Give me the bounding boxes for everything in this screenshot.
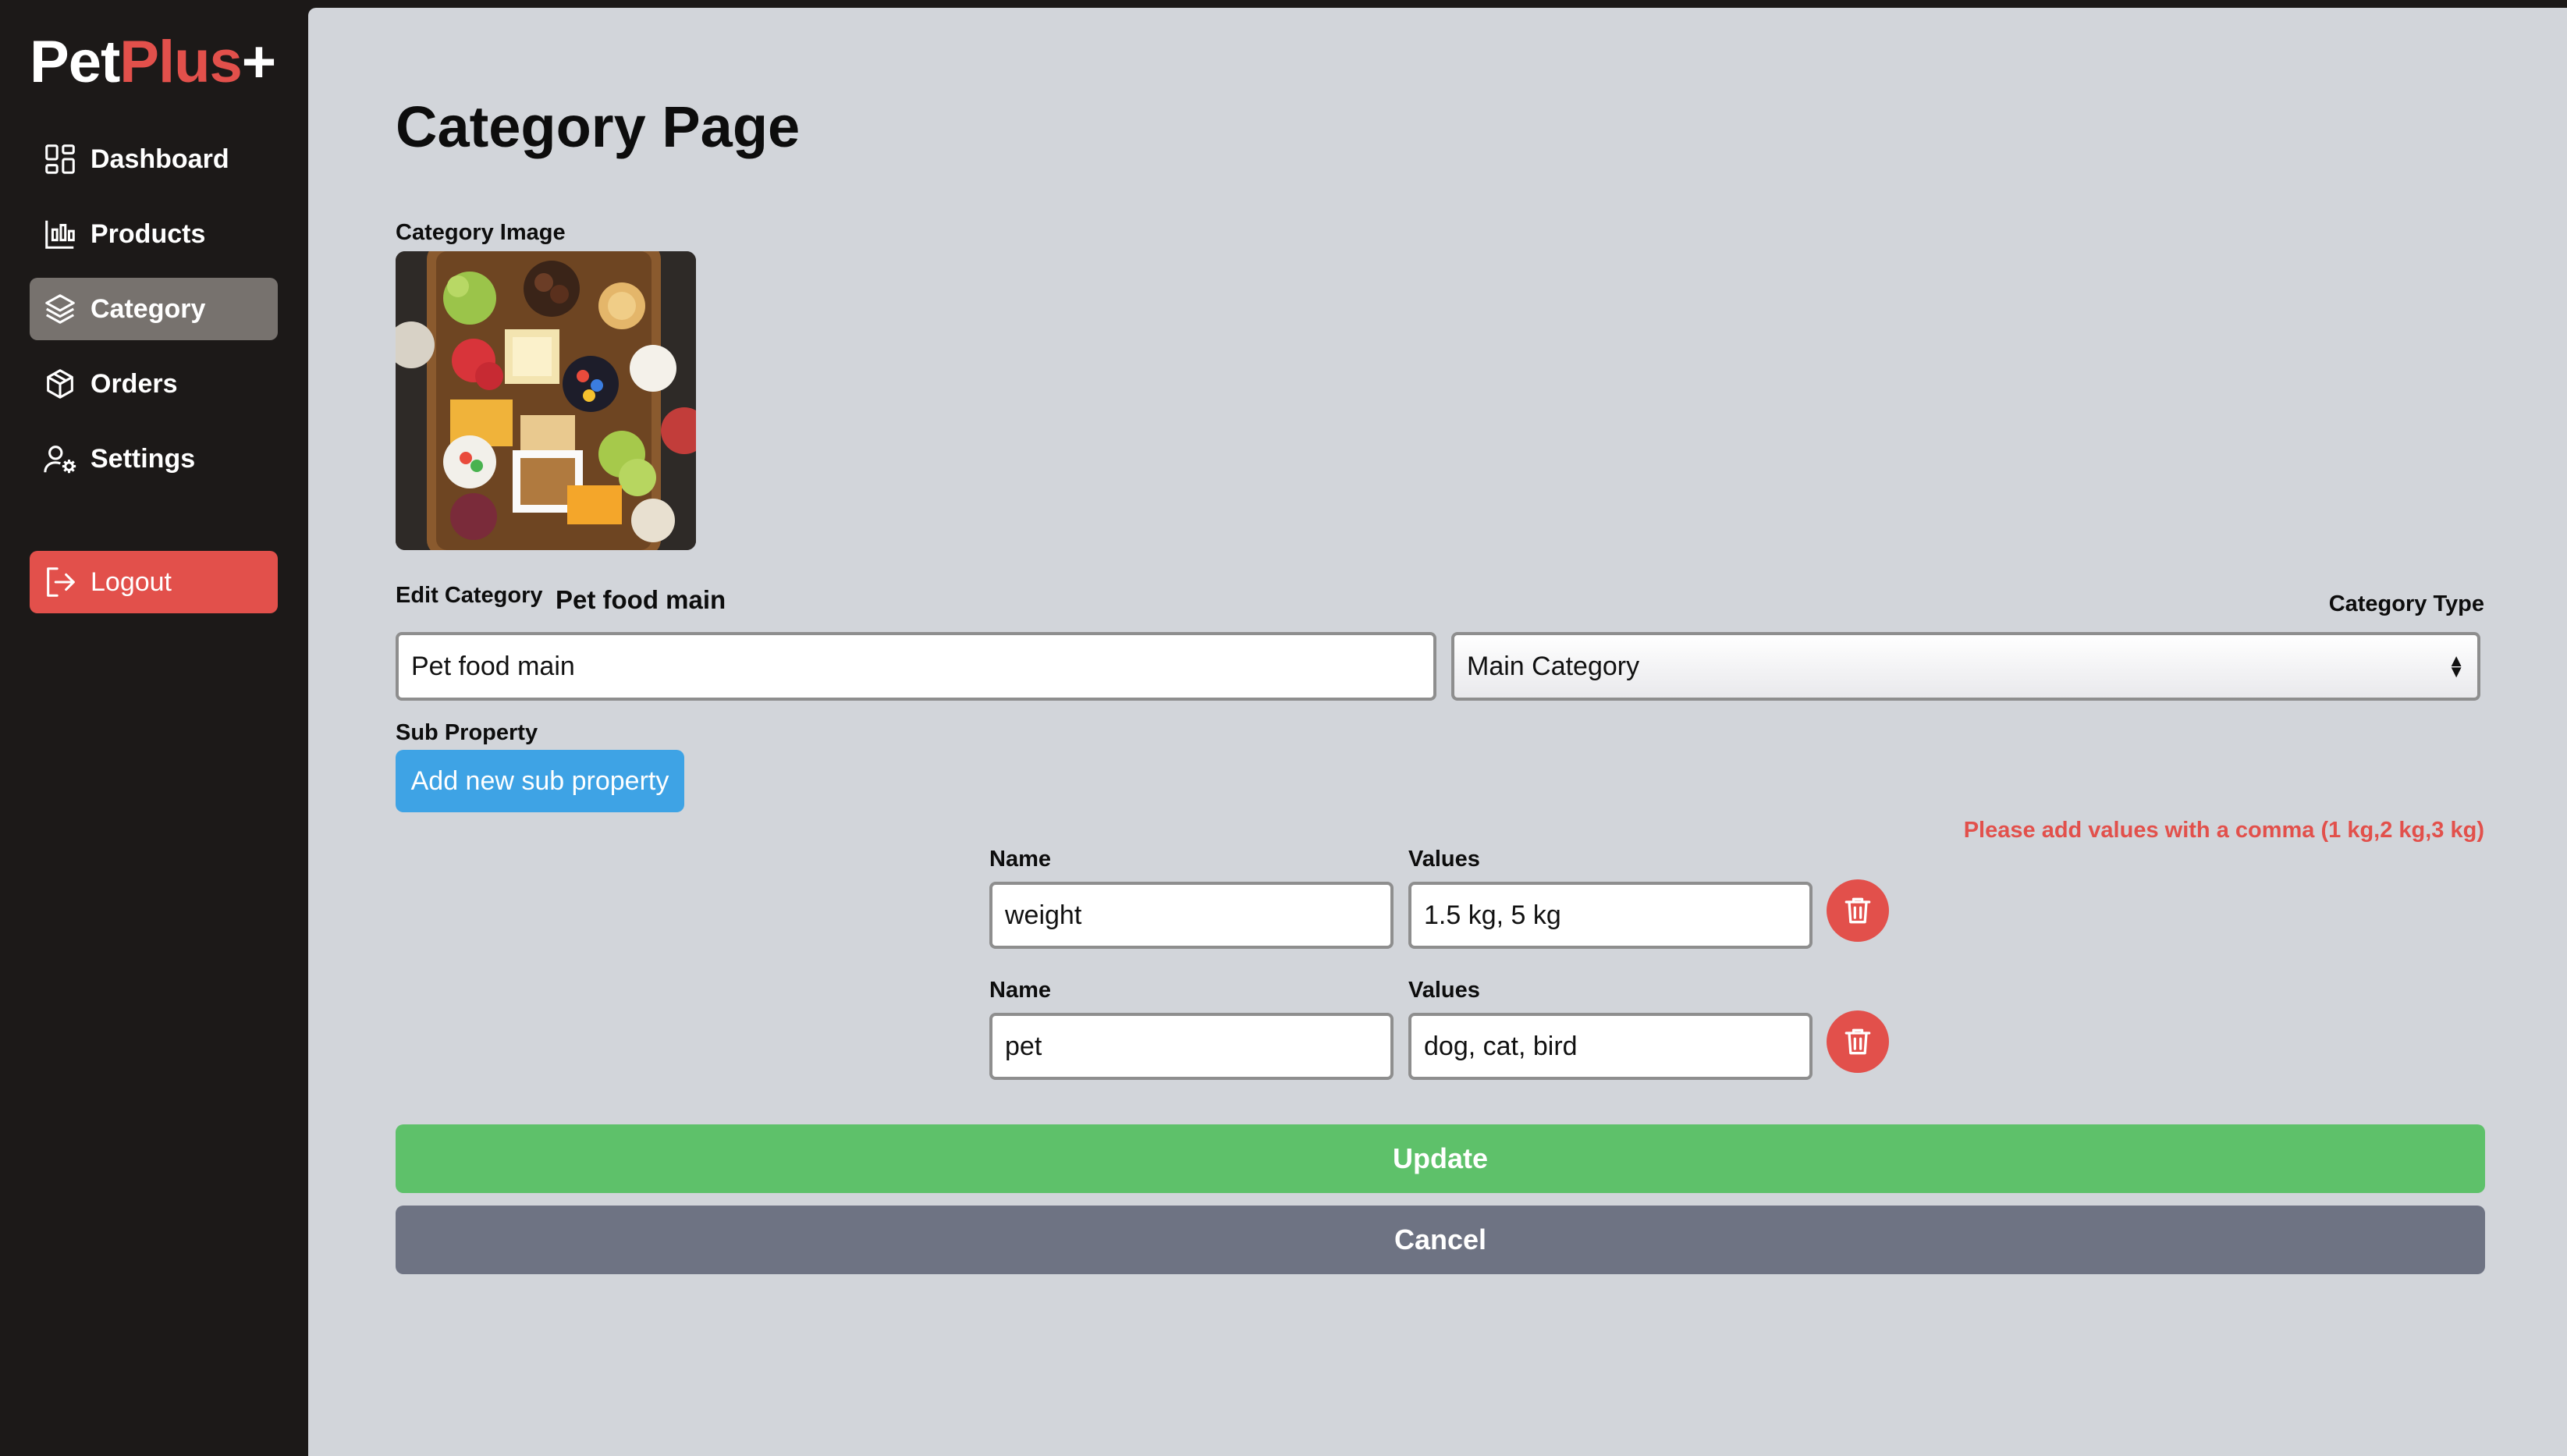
sub-property-label: Sub Property — [396, 720, 538, 745]
delete-sub-property-button[interactable] — [1827, 879, 1889, 942]
edit-category-value: Pet food main — [556, 585, 726, 614]
category-name-input[interactable]: Pet food main — [396, 632, 1436, 701]
add-sub-property-button[interactable]: Add new sub property — [396, 750, 684, 812]
logout-button[interactable]: Logout — [30, 551, 278, 613]
chart-icon — [42, 216, 78, 252]
user-settings-icon — [42, 441, 78, 477]
sub-property-name-input[interactable]: weight — [989, 882, 1394, 949]
sidebar: PetPlus+ Dashboard Products Category Ord… — [0, 0, 308, 1456]
category-type-selected: Main Category — [1467, 651, 1640, 681]
sub-property-values-input[interactable]: dog, cat, bird — [1408, 1013, 1813, 1080]
brand-logo[interactable]: PetPlus+ — [30, 33, 276, 92]
layers-icon — [42, 291, 78, 327]
values-hint: Please add values with a comma (1 kg,2 k… — [1963, 818, 2484, 843]
sidebar-item-label: Category — [91, 293, 206, 324]
main-content: Category Page Category Image Edit Catego… — [308, 8, 2567, 1456]
sub-property-name-input[interactable]: pet — [989, 1013, 1394, 1080]
sub-property-values-label: Values — [1408, 847, 1480, 872]
category-image-label: Category Image — [396, 220, 566, 245]
select-arrows-icon: ▲ ▼ — [2448, 651, 2465, 681]
page-title: Category Page — [396, 94, 801, 159]
sidebar-item-label: Products — [91, 218, 206, 249]
category-type-label: Category Type — [2328, 591, 2484, 616]
sub-property-values-label: Values — [1408, 978, 1480, 1003]
logo-text-plus: Plus — [119, 29, 242, 95]
sidebar-item-orders[interactable]: Orders — [30, 353, 278, 415]
trash-icon — [1844, 1028, 1871, 1055]
logo-text-pet: Pet — [30, 29, 120, 95]
sidebar-item-category[interactable]: Category — [30, 278, 278, 340]
logout-icon — [42, 564, 78, 600]
sub-property-name-label: Name — [989, 847, 1051, 872]
sidebar-item-settings[interactable]: Settings — [30, 428, 278, 490]
sidebar-item-products[interactable]: Products — [30, 203, 278, 265]
sidebar-item-label: Settings — [91, 443, 196, 474]
cancel-button[interactable]: Cancel — [396, 1206, 2485, 1274]
delete-sub-property-button[interactable] — [1827, 1010, 1889, 1073]
update-button[interactable]: Update — [396, 1124, 2485, 1193]
edit-category-label: Edit Category — [396, 583, 543, 608]
category-image[interactable] — [396, 251, 696, 550]
category-type-select[interactable]: Main Category ▲ ▼ — [1451, 632, 2480, 701]
sub-property-name-label: Name — [989, 978, 1051, 1003]
sidebar-item-dashboard[interactable]: Dashboard — [30, 128, 278, 190]
sidebar-item-label: Dashboard — [91, 144, 229, 174]
dashboard-icon — [42, 141, 78, 177]
logo-text-symbol: + — [241, 29, 276, 95]
logout-label: Logout — [91, 566, 172, 597]
sidebar-item-label: Orders — [91, 368, 178, 399]
sub-property-values-input[interactable]: 1.5 kg, 5 kg — [1408, 882, 1813, 949]
sidebar-nav: Dashboard Products Category Orders Setti… — [30, 128, 278, 502]
trash-icon — [1844, 897, 1871, 924]
box-icon — [42, 366, 78, 402]
